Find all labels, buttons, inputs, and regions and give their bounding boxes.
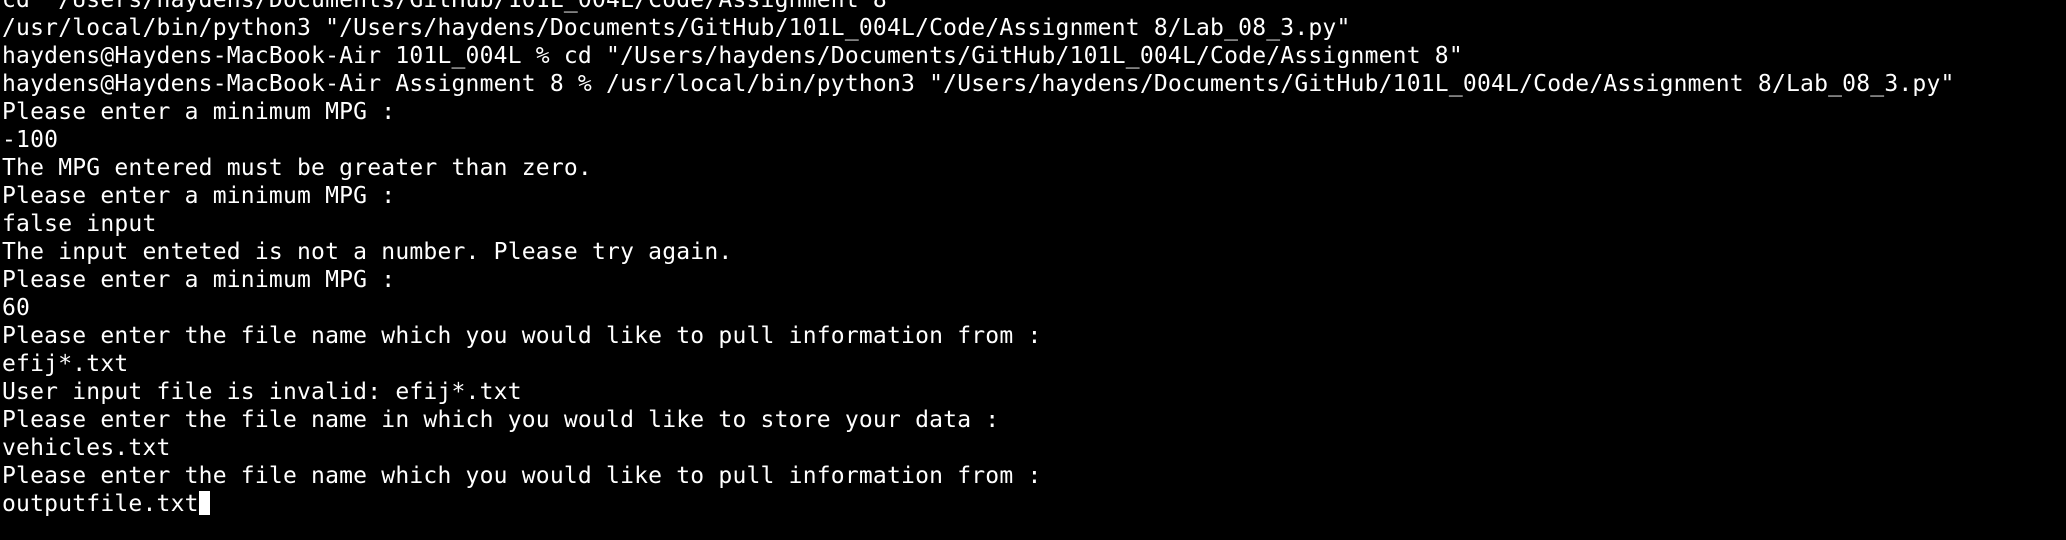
terminal-line: vehicles.txt [2, 435, 171, 461]
terminal-line: The MPG entered must be greater than zer… [2, 155, 592, 181]
terminal-line: Please enter the file name in which you … [2, 407, 1000, 433]
terminal-line: /usr/local/bin/python3 "/Users/haydens/D… [2, 15, 1351, 41]
terminal-line: 60 [2, 295, 31, 321]
terminal-line: cd "/Users/haydens/Documents/GitHub/101L… [2, 0, 902, 13]
terminal-current-input[interactable]: outputfile.txt [2, 491, 199, 517]
terminal-input-line[interactable]: outputfile.txt [2, 490, 2066, 518]
terminal-line: Please enter the file name which you wou… [2, 323, 1042, 349]
terminal-line: Please enter a minimum MPG : [2, 183, 396, 209]
terminal-line: haydens@Haydens-MacBook-Air Assignment 8… [2, 71, 1955, 97]
terminal-line: haydens@Haydens-MacBook-Air 101L_004L % … [2, 43, 1463, 69]
terminal-line: The input enteted is not a number. Pleas… [2, 239, 733, 265]
terminal-output: cd "/Users/haydens/Documents/GitHub/101L… [2, 0, 2066, 518]
terminal-line: User input file is invalid: efij*.txt [2, 379, 522, 405]
terminal-line: Please enter a minimum MPG : [2, 99, 396, 125]
text-cursor [198, 491, 210, 515]
terminal-line: Please enter the file name which you wou… [2, 463, 1042, 489]
terminal-line: efij*.txt [2, 351, 129, 377]
terminal-line: Please enter a minimum MPG : [2, 267, 396, 293]
terminal-line: false input [2, 211, 157, 237]
terminal-window[interactable]: cd "/Users/haydens/Documents/GitHub/101L… [0, 0, 2066, 540]
terminal-line: -100 [2, 127, 59, 153]
